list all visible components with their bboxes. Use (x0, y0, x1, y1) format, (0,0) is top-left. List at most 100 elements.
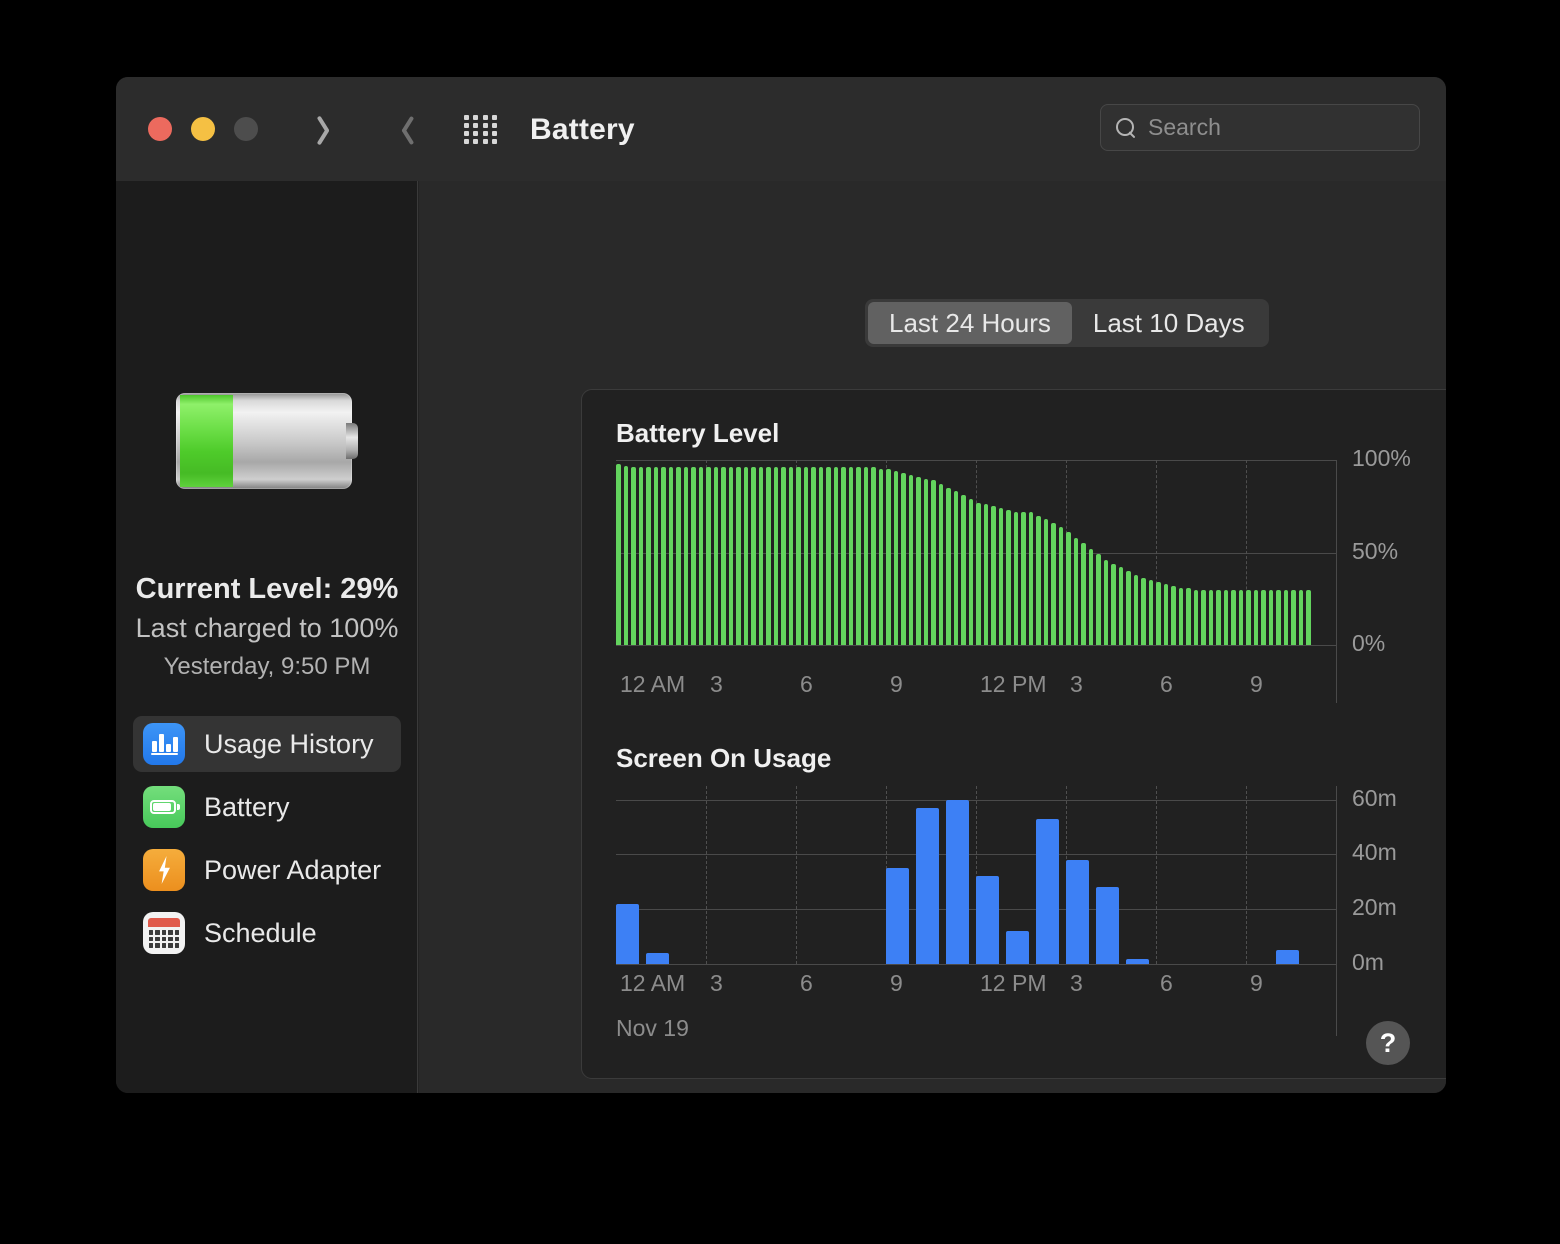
bar (1193, 589, 1199, 645)
bar (616, 463, 621, 645)
sidebar-item-schedule[interactable]: Schedule (133, 905, 401, 961)
bar (1036, 515, 1041, 645)
x-axis-tick-label: 9 (890, 671, 903, 697)
bar (833, 467, 839, 645)
bar (893, 471, 899, 645)
bar (863, 467, 869, 645)
sidebar-item-usage-history[interactable]: Usage History (133, 716, 401, 772)
chevron-right-icon (395, 114, 412, 145)
bar (766, 467, 771, 645)
x-axis-tick-label: 6 (1160, 970, 1173, 996)
bar (923, 478, 929, 645)
bar (1118, 567, 1124, 645)
bar (661, 467, 666, 645)
bar (1006, 931, 1029, 964)
y-axis-tick-label: 20m (1352, 894, 1397, 921)
window-titlebar: Battery Search (116, 77, 1446, 181)
bar (638, 467, 644, 645)
bar (781, 467, 786, 645)
bar (976, 502, 981, 645)
battery-level-chart-title: Battery Level (616, 418, 780, 448)
sidebar-item-battery[interactable]: Battery (133, 779, 401, 835)
x-axis-tick-label: 3 (710, 671, 723, 697)
bar (938, 484, 944, 645)
gridline-horizontal (616, 964, 1336, 965)
x-axis-tick-label: 6 (800, 970, 813, 996)
x-axis-tick-label: 9 (890, 970, 903, 996)
bar (848, 467, 854, 645)
y-axis-tick-label: 50% (1352, 537, 1399, 564)
bar (1261, 589, 1266, 645)
bar (698, 467, 704, 645)
zoom-button[interactable] (234, 117, 258, 141)
screen-on-usage-plot (616, 786, 1337, 1036)
bar (1283, 589, 1289, 645)
bar (1126, 571, 1131, 645)
bar (1201, 589, 1206, 645)
x-axis-tick-label: 6 (1160, 671, 1173, 697)
bar (1306, 589, 1311, 645)
bar (1291, 589, 1296, 645)
bar (653, 467, 659, 645)
bar (1096, 554, 1101, 645)
bar (1133, 574, 1139, 645)
bar (1246, 589, 1251, 645)
bar (1111, 563, 1116, 645)
bar (1208, 589, 1214, 645)
bar (1268, 589, 1274, 645)
chart-date-label: Nov 19 (616, 1015, 689, 1041)
forward-button[interactable] (381, 107, 425, 151)
minimize-button[interactable] (191, 117, 215, 141)
y-axis-tick-label: 40m (1352, 839, 1397, 866)
bolt-icon (143, 849, 185, 891)
sidebar-item-label: Battery (204, 791, 290, 822)
y-axis-tick-label: 0m (1352, 949, 1384, 975)
traffic-lights (148, 117, 258, 141)
bar (826, 467, 831, 645)
bar (743, 467, 749, 645)
x-axis-tick-label: 3 (1070, 970, 1083, 996)
bar (1096, 887, 1119, 964)
bar-series (616, 460, 1336, 645)
bar (886, 868, 909, 964)
bar (976, 876, 999, 964)
bar (961, 495, 966, 645)
system-preferences-window: Battery Search Current Level: 29% Last c… (116, 77, 1446, 1093)
bar (1253, 589, 1259, 645)
bar (856, 467, 861, 645)
back-button[interactable] (306, 107, 350, 151)
bar (908, 474, 914, 645)
sidebar-nav: Usage History Battery Power Adapter Sche… (133, 716, 401, 968)
bar (1171, 585, 1176, 645)
bar (1081, 543, 1086, 645)
show-all-preferences-icon[interactable] (464, 115, 498, 144)
bar (1298, 589, 1304, 645)
close-button[interactable] (148, 117, 172, 141)
axis-line-right (1336, 786, 1337, 1036)
bar (916, 476, 921, 645)
bar (758, 467, 764, 645)
bar (946, 487, 951, 645)
help-button[interactable]: ? (1366, 1021, 1410, 1065)
bar (788, 467, 794, 645)
sidebar-item-label: Power Adapter (204, 854, 382, 885)
bar (706, 467, 711, 645)
bar (803, 467, 809, 645)
sidebar-item-power-adapter[interactable]: Power Adapter (133, 842, 401, 898)
page-title: Battery (530, 113, 635, 146)
search-field[interactable]: Search (1100, 104, 1420, 151)
bar-series (616, 786, 1336, 964)
time-range-segmented-control[interactable]: Last 24 Hours Last 10 Days (865, 299, 1269, 347)
bar (1043, 519, 1049, 645)
bar (1126, 958, 1149, 964)
bar (1216, 589, 1221, 645)
bar (871, 467, 876, 645)
bar (691, 467, 696, 645)
content-area: Last 24 Hours Last 10 Days Battery Level… (419, 181, 1446, 1093)
tab-last-24-hours[interactable]: Last 24 Hours (868, 302, 1072, 344)
tab-last-10-days[interactable]: Last 10 Days (1072, 302, 1266, 344)
bar (1013, 511, 1019, 645)
bar (1238, 589, 1244, 645)
bar (1051, 522, 1056, 645)
screen-on-usage-chart-title: Screen On Usage (616, 743, 832, 773)
